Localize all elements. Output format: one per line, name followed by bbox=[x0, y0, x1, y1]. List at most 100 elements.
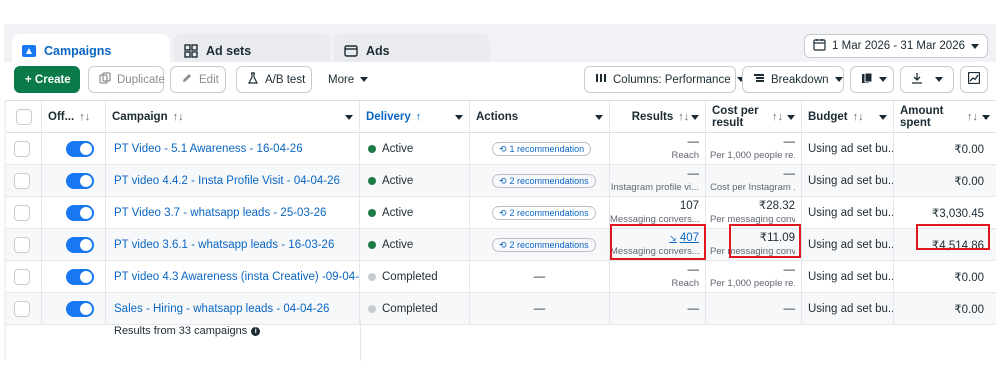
select-cell bbox=[6, 133, 42, 165]
more-label: More bbox=[328, 73, 355, 86]
campaign-name-link[interactable]: PT video 4.4.2 - Insta Profile Visit - 0… bbox=[106, 175, 340, 187]
export-button[interactable] bbox=[900, 66, 954, 93]
row-checkbox[interactable] bbox=[14, 237, 30, 253]
col-off-on[interactable]: Off... ↑↓ bbox=[42, 101, 106, 133]
completed-status-dot bbox=[368, 273, 376, 281]
highlight-cost-box bbox=[729, 224, 801, 258]
recommendation-icon: ⟲ bbox=[499, 207, 507, 218]
ab-test-label: A/B test bbox=[265, 73, 306, 86]
table-row[interactable]: PT Video - 5.1 Awareness - 16-04-26 Acti… bbox=[6, 133, 996, 165]
col-delivery-label: Delivery bbox=[366, 111, 411, 123]
results-number: — bbox=[687, 136, 700, 148]
results-number: — bbox=[687, 264, 700, 276]
column-menu-icon[interactable] bbox=[595, 115, 603, 120]
column-menu-icon[interactable] bbox=[982, 115, 990, 120]
col-delivery[interactable]: Delivery ↑ bbox=[360, 101, 470, 133]
column-menu-icon[interactable] bbox=[787, 115, 795, 120]
recommendations-badge[interactable]: ⟲ 1 recommendation bbox=[492, 142, 592, 156]
results-value: 107 bbox=[680, 200, 699, 213]
more-button[interactable]: More bbox=[318, 66, 378, 93]
on-off-toggle[interactable] bbox=[66, 141, 94, 157]
on-off-toggle[interactable] bbox=[66, 237, 94, 253]
delivery-cell: Active bbox=[360, 229, 470, 261]
active-status-dot bbox=[368, 241, 376, 249]
campaign-name-link[interactable]: PT video 4.3 Awareness (insta Creative) … bbox=[106, 271, 359, 283]
row-checkbox[interactable] bbox=[14, 269, 30, 285]
col-cost-label-line1: Cost per bbox=[712, 105, 759, 117]
actions-empty: — bbox=[533, 271, 546, 283]
select-cell bbox=[6, 261, 42, 293]
row-checkbox[interactable] bbox=[14, 141, 30, 157]
reports-button[interactable] bbox=[850, 66, 894, 93]
col-cost-per-result[interactable]: Cost per result ↑↓ bbox=[706, 101, 802, 133]
date-range-picker[interactable]: 1 Mar 2026 - 31 Mar 2026 bbox=[804, 34, 988, 58]
col-amount-spent[interactable]: Amount spent ↑↓ bbox=[894, 101, 996, 133]
breakdown-label: Breakdown bbox=[771, 73, 829, 86]
toolbar: + Create Duplicate Edit A/B test More Co… bbox=[4, 62, 996, 100]
active-status-dot bbox=[368, 145, 376, 153]
campaign-name-link[interactable]: PT Video - 5.1 Awareness - 16-04-26 bbox=[106, 143, 303, 155]
cost-value: — bbox=[783, 302, 796, 315]
delivery-status: Active bbox=[382, 143, 414, 155]
recommendations-badge[interactable]: ⟲ 2 recommendations bbox=[492, 238, 596, 252]
column-menu-icon[interactable] bbox=[345, 115, 353, 120]
on-off-toggle[interactable] bbox=[66, 173, 94, 189]
on-off-toggle[interactable] bbox=[66, 301, 94, 317]
edit-button[interactable]: Edit bbox=[170, 66, 226, 93]
results-type: Reach bbox=[671, 278, 699, 289]
row-checkbox[interactable] bbox=[14, 205, 30, 221]
budget-cell: Using ad set bu... bbox=[802, 165, 894, 197]
on-off-toggle[interactable] bbox=[66, 269, 94, 285]
campaign-name-link[interactable]: PT Video 3.7 - whatsapp leads - 25-03-26 bbox=[106, 207, 326, 219]
table-row[interactable]: PT video 3.6.1 - whatsapp leads - 16-03-… bbox=[6, 229, 996, 261]
campaign-cell: PT video 4.3 Awareness (insta Creative) … bbox=[106, 261, 360, 293]
chevron-down-icon bbox=[834, 77, 843, 82]
duplicate-button[interactable]: Duplicate bbox=[88, 66, 165, 93]
create-button[interactable]: + Create bbox=[14, 66, 80, 93]
column-menu-icon[interactable] bbox=[879, 115, 887, 120]
budget-cell: Using ad set bu... bbox=[802, 197, 894, 229]
select-all-cell bbox=[6, 101, 42, 133]
col-results[interactable]: Results ↑↓ bbox=[610, 101, 706, 133]
tab-label: Campaigns bbox=[44, 44, 112, 58]
sort-icon: ↑↓ bbox=[852, 111, 864, 123]
amount-spent-cell: ₹0.00 bbox=[894, 261, 996, 293]
delivery-status: Completed bbox=[382, 303, 438, 315]
row-checkbox[interactable] bbox=[14, 301, 30, 317]
col-campaign[interactable]: Campaign ↑↓ bbox=[106, 101, 360, 133]
cost-type: Cost per Instagram ... bbox=[710, 182, 795, 193]
calendar-icon bbox=[813, 38, 826, 54]
budget-value: Using ad set bu... bbox=[808, 239, 893, 251]
campaign-name-link[interactable]: Sales - Hiring - whatsapp leads - 04-04-… bbox=[106, 303, 329, 315]
delivery-cell: Completed bbox=[360, 261, 470, 293]
recommendation-icon: ⟲ bbox=[499, 143, 507, 154]
breakdown-button[interactable]: Breakdown bbox=[742, 66, 844, 93]
column-menu-icon[interactable] bbox=[691, 115, 699, 120]
recommendations-badge[interactable]: ⟲ 2 recommendations bbox=[492, 174, 596, 188]
amount-spent-cell: ₹0.00 bbox=[894, 165, 996, 197]
info-icon[interactable]: i bbox=[251, 326, 261, 336]
select-all-checkbox[interactable] bbox=[16, 109, 32, 125]
grid-icon bbox=[184, 44, 198, 58]
table-row[interactable]: PT video 4.4.2 - Insta Profile Visit - 0… bbox=[6, 165, 996, 197]
results-type: Instagram profile vi... bbox=[610, 182, 699, 193]
columns-label: Columns: Performance bbox=[613, 73, 731, 86]
column-menu-icon[interactable] bbox=[455, 115, 463, 120]
recommendations-badge[interactable]: ⟲ 2 recommendations bbox=[492, 206, 596, 220]
col-results-label: Results bbox=[631, 111, 674, 123]
results-cell: — Reach bbox=[610, 133, 706, 165]
delivery-cell: Active bbox=[360, 197, 470, 229]
ab-test-button[interactable]: A/B test bbox=[236, 66, 312, 93]
table-row[interactable]: PT Video 3.7 - whatsapp leads - 25-03-26… bbox=[6, 197, 996, 229]
col-budget[interactable]: Budget ↑↓ bbox=[802, 101, 894, 133]
chart-view-button[interactable] bbox=[960, 66, 988, 93]
amount-spent-value: ₹0.00 bbox=[954, 304, 984, 316]
columns-button[interactable]: Columns: Performance bbox=[584, 66, 745, 93]
row-checkbox[interactable] bbox=[14, 173, 30, 189]
table-row[interactable]: PT video 4.3 Awareness (insta Creative) … bbox=[6, 261, 996, 293]
actions-cell: ⟲ 2 recommendations bbox=[470, 229, 610, 261]
on-off-toggle[interactable] bbox=[66, 205, 94, 221]
col-actions[interactable]: Actions bbox=[470, 101, 610, 133]
campaign-name-link[interactable]: PT video 3.6.1 - whatsapp leads - 16-03-… bbox=[106, 239, 334, 251]
sort-icon: ↑↓ bbox=[172, 111, 184, 123]
